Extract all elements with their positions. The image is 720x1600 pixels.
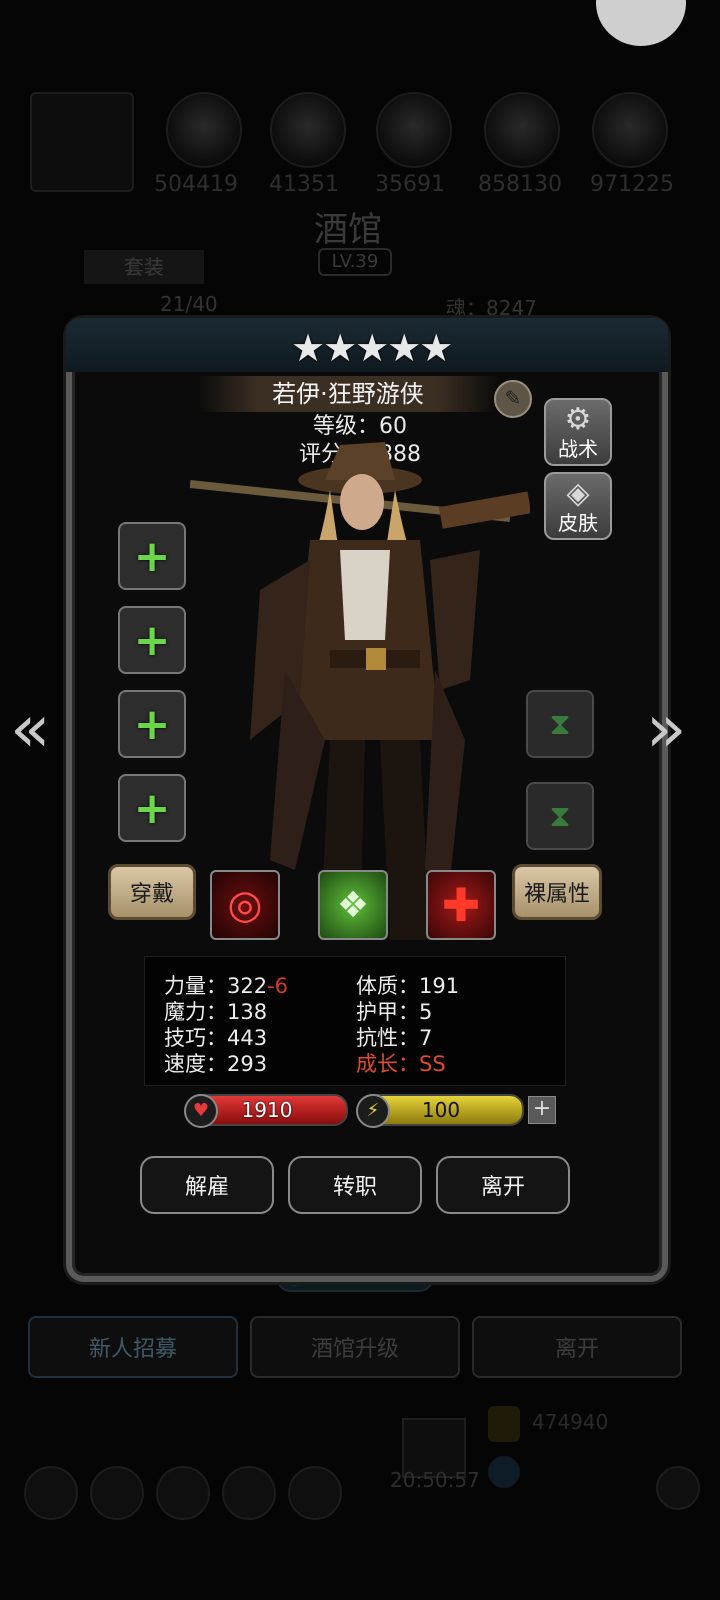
accessory-slot-1[interactable]: +: [118, 690, 186, 758]
resource-icon-5: [592, 92, 668, 168]
pencil-icon: ✎: [504, 386, 522, 410]
hero-count: 21/40: [160, 292, 218, 316]
bottom-resource: 474940: [532, 1410, 609, 1434]
tactics-label: 战术: [558, 437, 598, 461]
gear-icon: ⚙: [564, 402, 592, 437]
hourglass-icon: ⧗: [549, 706, 571, 742]
wear-button[interactable]: 穿戴: [108, 864, 196, 920]
resource-value-5: 971225: [590, 172, 674, 197]
resource-value-2: 41351: [269, 172, 339, 197]
recruit-button[interactable]: 新人招募: [28, 1316, 238, 1378]
stat-growth: 成长：SS: [356, 1052, 446, 1076]
heal-skill-button[interactable]: ✚: [426, 870, 496, 940]
transfer-button[interactable]: 转职: [288, 1156, 422, 1214]
nav-icon-4[interactable]: [222, 1466, 276, 1520]
nav-icon-5[interactable]: [288, 1466, 342, 1520]
coin-icon: [488, 1406, 520, 1442]
avatar[interactable]: [30, 92, 134, 192]
hp-value: 1910: [241, 1098, 293, 1122]
plus-icon: +: [133, 782, 171, 834]
prev-hero-arrow-icon[interactable]: «: [10, 690, 50, 767]
nav-icon-1[interactable]: [24, 1466, 78, 1520]
boots-skill-button[interactable]: ❖: [318, 870, 388, 940]
add-energy-button[interactable]: +: [528, 1096, 556, 1124]
plus-icon: +: [133, 698, 171, 750]
star-rating: ★★★★★: [291, 326, 453, 370]
leave-tavern-button[interactable]: 离开: [472, 1316, 682, 1378]
stat-speed: 速度：293: [164, 1052, 268, 1076]
globe-icon: [488, 1456, 520, 1488]
hourglass-icon: ⧗: [549, 798, 571, 834]
stat-strength-modifier: -6: [267, 974, 289, 998]
skin-button[interactable]: ◈ 皮肤: [544, 472, 612, 540]
resource-icon-1: [166, 92, 242, 168]
soul-count: 魂：8247: [446, 296, 537, 320]
leave-button[interactable]: 离开: [436, 1156, 570, 1214]
tavern-upgrade-button[interactable]: 酒馆升级: [250, 1316, 460, 1378]
resource-icon-2: [270, 92, 346, 168]
accessory-slot-2[interactable]: +: [118, 774, 186, 842]
target-skill-button[interactable]: ◎: [210, 870, 280, 940]
next-hero-arrow-icon[interactable]: »: [646, 690, 686, 767]
plus-icon: +: [133, 614, 171, 666]
tavern-level: LV.39: [318, 248, 392, 276]
hero-name: 若伊·狂野游侠: [198, 376, 498, 412]
energy-bar: ⚡ 100: [356, 1094, 524, 1128]
tab-suit[interactable]: 套装: [84, 250, 204, 284]
energy-value: 100: [421, 1098, 461, 1122]
cross-icon: ✚: [441, 878, 481, 932]
boots-icon: ❖: [336, 884, 370, 926]
edit-name-button[interactable]: ✎: [494, 380, 532, 418]
dismiss-button[interactable]: 解雇: [140, 1156, 274, 1214]
naked-attr-button[interactable]: 裸属性: [512, 864, 602, 920]
nav-icon-2[interactable]: [90, 1466, 144, 1520]
bottom-timer: 20:50:57: [390, 1468, 480, 1492]
resource-icon-4: [484, 92, 560, 168]
locked-slot-1[interactable]: ⧗: [526, 690, 594, 758]
hp-bar: ♥ 1910: [184, 1094, 348, 1128]
crosshair-icon: ◎: [227, 882, 263, 928]
tavern-title: 酒馆: [314, 210, 382, 250]
add-icon[interactable]: [656, 1466, 700, 1510]
plus-icon: +: [133, 530, 171, 582]
locked-slot-2[interactable]: ⧗: [526, 782, 594, 850]
skin-label: 皮肤: [558, 511, 598, 535]
tactics-button[interactable]: ⚙ 战术: [544, 398, 612, 466]
shirt-icon: ◈: [566, 476, 590, 511]
resource-value-3: 35691: [375, 172, 445, 197]
armor-slot[interactable]: +: [118, 606, 186, 674]
nav-icon-3[interactable]: [156, 1466, 210, 1520]
resource-icon-3: [376, 92, 452, 168]
resource-value-1: 504419: [154, 172, 238, 197]
weapon-slot[interactable]: +: [118, 522, 186, 590]
resource-value-4: 858130: [478, 172, 562, 197]
stat-strength-value: 力量：322: [164, 974, 268, 998]
